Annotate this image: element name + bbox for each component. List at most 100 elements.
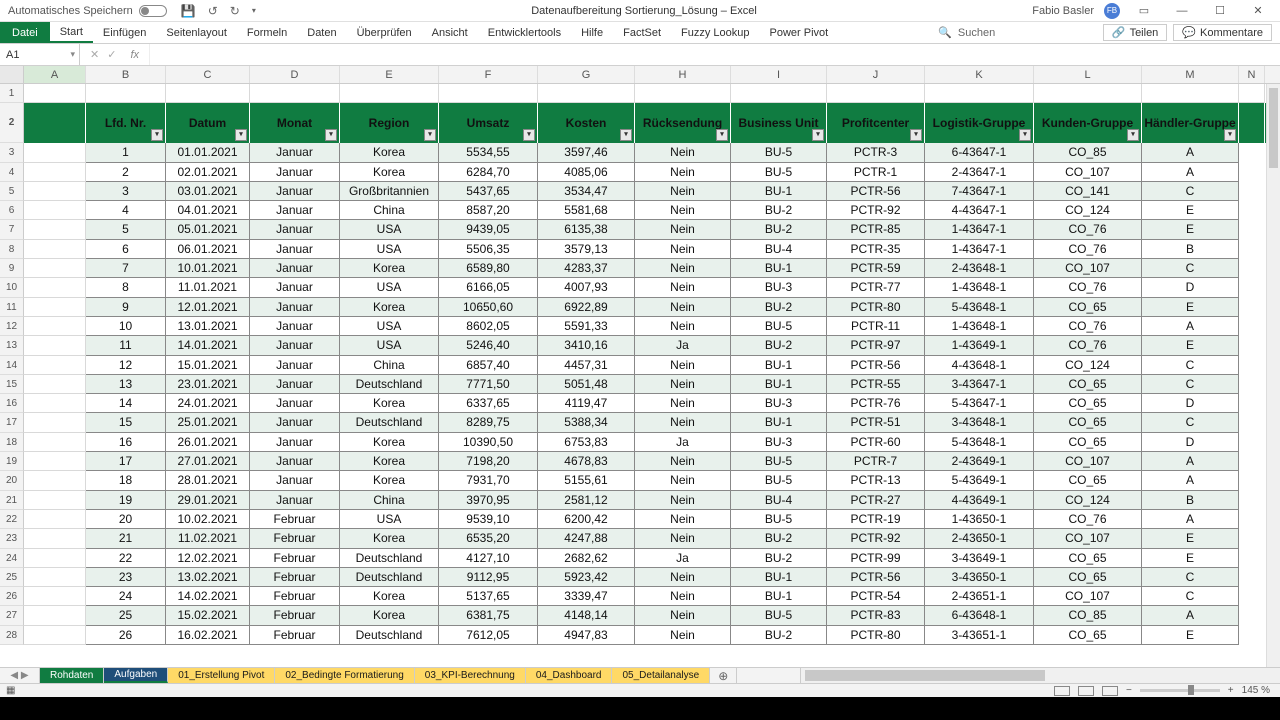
cell[interactable]: Januar — [250, 163, 340, 182]
cell[interactable] — [1142, 84, 1239, 103]
normal-view-button[interactable] — [1054, 686, 1070, 696]
cell[interactable]: CO_65 — [1034, 394, 1142, 413]
cell[interactable]: CO_85 — [1034, 143, 1142, 162]
cell[interactable]: E — [1142, 298, 1239, 317]
ribbon-tab-ansicht[interactable]: Ansicht — [422, 22, 478, 43]
cell[interactable]: BU-1 — [731, 182, 827, 201]
sheet-tab[interactable]: 05_Detailanalyse — [612, 668, 710, 683]
cell[interactable]: A — [1142, 471, 1239, 490]
cell[interactable]: 6589,80 — [439, 259, 538, 278]
cell[interactable]: 04.01.2021 — [166, 201, 250, 220]
cell[interactable]: 4247,88 — [538, 529, 635, 548]
cell[interactable]: 3339,47 — [538, 587, 635, 606]
cell[interactable]: 4678,83 — [538, 452, 635, 471]
cell[interactable]: China — [340, 201, 439, 220]
cell[interactable]: PCTR-77 — [827, 278, 925, 297]
cell[interactable]: Korea — [340, 587, 439, 606]
cell[interactable]: 1-43650-1 — [925, 510, 1034, 529]
cell[interactable]: A — [1142, 163, 1239, 182]
cell[interactable]: 29.01.2021 — [166, 491, 250, 510]
cell[interactable]: Nein — [635, 529, 731, 548]
cell[interactable]: CO_76 — [1034, 510, 1142, 529]
cell[interactable]: BU-1 — [731, 413, 827, 432]
cell[interactable]: 03.01.2021 — [166, 182, 250, 201]
cell[interactable]: BU-4 — [731, 240, 827, 259]
cell[interactable]: 9539,10 — [439, 510, 538, 529]
cell[interactable]: 9 — [86, 298, 166, 317]
cell[interactable]: BU-5 — [731, 471, 827, 490]
cell[interactable]: 13 — [86, 375, 166, 394]
cell[interactable]: 05.01.2021 — [166, 220, 250, 239]
cell[interactable]: Korea — [340, 298, 439, 317]
cell[interactable]: Februar — [250, 510, 340, 529]
table-header[interactable]: Datum▾ — [166, 103, 250, 143]
cell[interactable]: China — [340, 356, 439, 375]
cell[interactable]: B — [1142, 240, 1239, 259]
cell[interactable]: 5506,35 — [439, 240, 538, 259]
ribbon-tab-daten[interactable]: Daten — [297, 22, 346, 43]
cell[interactable]: CO_76 — [1034, 240, 1142, 259]
cell[interactable]: Nein — [635, 394, 731, 413]
cell[interactable]: PCTR-19 — [827, 510, 925, 529]
zoom-in-button[interactable]: + — [1228, 685, 1234, 696]
horizontal-scrollbar[interactable] — [800, 668, 1280, 683]
cell[interactable]: 10 — [86, 317, 166, 336]
cell[interactable]: 3579,13 — [538, 240, 635, 259]
cell[interactable]: 12 — [86, 356, 166, 375]
cell[interactable]: Januar — [250, 259, 340, 278]
cell[interactable]: A — [1142, 510, 1239, 529]
filter-button[interactable]: ▾ — [523, 129, 535, 141]
filter-button[interactable]: ▾ — [1127, 129, 1139, 141]
cell[interactable]: BU-1 — [731, 375, 827, 394]
column-header[interactable]: K — [925, 66, 1034, 83]
cell[interactable]: 6381,75 — [439, 606, 538, 625]
cell[interactable]: 23.01.2021 — [166, 375, 250, 394]
cell[interactable]: Nein — [635, 452, 731, 471]
page-break-view-button[interactable] — [1102, 686, 1118, 696]
cell[interactable]: Nein — [635, 413, 731, 432]
cell[interactable]: Nein — [635, 375, 731, 394]
add-sheet-button[interactable]: ⊕ — [710, 668, 737, 683]
filter-button[interactable]: ▾ — [910, 129, 922, 141]
row-header[interactable]: 28 — [0, 626, 24, 645]
cell[interactable]: 6-43647-1 — [925, 143, 1034, 162]
column-header[interactable]: B — [86, 66, 166, 83]
vertical-scrollbar[interactable] — [1266, 84, 1280, 669]
save-icon[interactable]: 💾 — [181, 4, 196, 18]
cell[interactable]: 5437,65 — [439, 182, 538, 201]
row-header[interactable]: 4 — [0, 163, 24, 182]
share-button[interactable]: 🔗Teilen — [1103, 24, 1167, 41]
cell[interactable]: BU-2 — [731, 220, 827, 239]
cell[interactable]: USA — [340, 220, 439, 239]
cell[interactable]: 5-43649-1 — [925, 471, 1034, 490]
table-header[interactable]: Lfd. Nr.▾ — [86, 103, 166, 143]
cell[interactable]: BU-1 — [731, 356, 827, 375]
cell[interactable]: C — [1142, 413, 1239, 432]
cell[interactable]: Januar — [250, 298, 340, 317]
cell[interactable]: CO_65 — [1034, 549, 1142, 568]
cell[interactable]: BU-5 — [731, 317, 827, 336]
cell[interactable] — [24, 84, 86, 103]
cell[interactable]: Januar — [250, 375, 340, 394]
cell[interactable]: BU-3 — [731, 433, 827, 452]
cell[interactable]: Ja — [635, 336, 731, 355]
ribbon-tab-factset[interactable]: FactSet — [613, 22, 671, 43]
cell[interactable]: 5-43648-1 — [925, 298, 1034, 317]
cell[interactable]: 4085,06 — [538, 163, 635, 182]
column-header[interactable]: C — [166, 66, 250, 83]
cell[interactable]: Nein — [635, 201, 731, 220]
cell[interactable]: D — [1142, 278, 1239, 297]
cell[interactable]: 5-43648-1 — [925, 433, 1034, 452]
cell[interactable]: 4148,14 — [538, 606, 635, 625]
cell[interactable]: 2-43648-1 — [925, 259, 1034, 278]
cell[interactable]: 24.01.2021 — [166, 394, 250, 413]
row-header[interactable]: 2 — [0, 103, 24, 143]
column-header[interactable]: E — [340, 66, 439, 83]
row-header[interactable]: 27 — [0, 606, 24, 625]
cell[interactable]: PCTR-35 — [827, 240, 925, 259]
cell[interactable]: BU-2 — [731, 549, 827, 568]
cell[interactable]: E — [1142, 201, 1239, 220]
row-header[interactable]: 13 — [0, 336, 24, 355]
cell[interactable]: CO_124 — [1034, 201, 1142, 220]
cell[interactable]: BU-3 — [731, 394, 827, 413]
